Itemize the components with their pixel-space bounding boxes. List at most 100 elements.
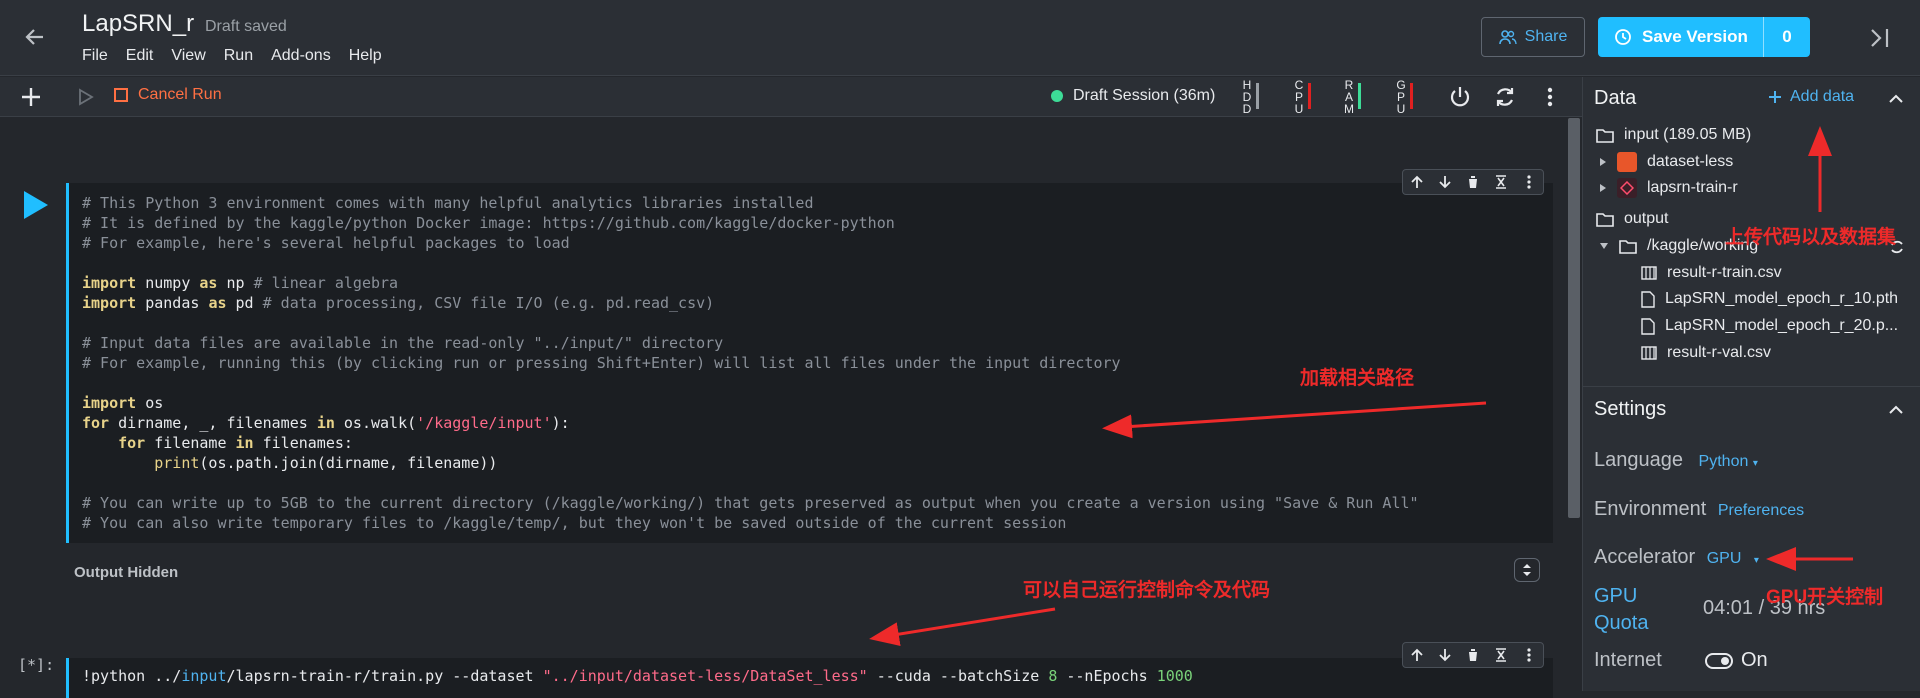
- annotation-gpu: GPU开关控制: [1766, 587, 1884, 608]
- save-version-button[interactable]: Save Version 0: [1598, 17, 1810, 57]
- document-file-icon: [1641, 290, 1655, 308]
- file-item[interactable]: result-r-train.csv: [1641, 264, 1782, 282]
- file-item[interactable]: LapSRN_model_epoch_r_10.pth: [1641, 290, 1898, 308]
- ram-bar: [1358, 83, 1361, 109]
- more-options-icon[interactable]: [1537, 84, 1563, 110]
- code-line: # It is defined by the kaggle/python Doc…: [82, 214, 895, 232]
- share-button[interactable]: Share: [1481, 17, 1585, 57]
- refresh-icon[interactable]: [1492, 84, 1518, 110]
- accelerator-label: Accelerator: [1594, 546, 1696, 568]
- gpu-quota-row: GPU Quota: [1594, 583, 1648, 637]
- dataset-item[interactable]: lapsrn-train-r: [1599, 178, 1738, 198]
- plus-icon: [1769, 91, 1781, 103]
- notebook-title[interactable]: LapSRN_r: [82, 10, 194, 38]
- expand-output-icon[interactable]: [1514, 558, 1540, 582]
- delete-icon[interactable]: [1459, 643, 1487, 667]
- cell-1-toolbar: [1402, 169, 1544, 195]
- move-down-icon[interactable]: [1431, 643, 1459, 667]
- input-folder[interactable]: input (189.05 MB): [1596, 126, 1751, 144]
- save-version-label: Save Version: [1642, 27, 1748, 46]
- hdd-meter[interactable]: HDD: [1242, 77, 1259, 115]
- environment-label: Environment: [1594, 498, 1707, 520]
- code-cell-2[interactable]: !python ../input/lapsrn-train-r/train.py…: [66, 658, 1553, 698]
- collapse-cell-icon[interactable]: [1487, 170, 1515, 194]
- people-icon: [1498, 30, 1517, 45]
- internet-row: Internet: [1594, 649, 1662, 672]
- move-down-icon[interactable]: [1431, 170, 1459, 194]
- menu-addons[interactable]: Add-ons: [271, 47, 331, 65]
- notebook-scrollbar[interactable]: [1568, 118, 1580, 518]
- session-dot-icon: [1051, 90, 1063, 102]
- version-count[interactable]: 0: [1764, 27, 1810, 47]
- dropdown-caret-icon: ▾: [1753, 555, 1759, 566]
- gpu-meter[interactable]: GPU: [1396, 77, 1413, 115]
- power-icon[interactable]: [1447, 84, 1473, 110]
- file-label: LapSRN_model_epoch_r_10.pth: [1665, 290, 1899, 307]
- add-cell-icon[interactable]: [18, 84, 44, 110]
- gpu-quota-link[interactable]: GPU Quota: [1594, 583, 1648, 637]
- collapse-cell-icon[interactable]: [1487, 643, 1515, 667]
- gpu-quota-label: Quota: [1594, 612, 1649, 634]
- cell-more-icon[interactable]: [1515, 170, 1543, 194]
- ram-meter[interactable]: RAM: [1344, 77, 1361, 115]
- delete-icon[interactable]: [1459, 170, 1487, 194]
- add-data-button[interactable]: Add data: [1768, 88, 1854, 106]
- caret-right-icon: [1600, 184, 1606, 192]
- code-line: import pandas as pd # data processing, C…: [82, 294, 715, 312]
- move-up-icon[interactable]: [1403, 170, 1431, 194]
- menu-bar: File Edit View Run Add-ons Help: [82, 47, 382, 65]
- gpu-quota-label: GPU: [1594, 585, 1638, 607]
- internet-value: On: [1741, 649, 1768, 671]
- chevron-up-icon[interactable]: [1886, 400, 1906, 420]
- environment-link[interactable]: Preferences: [1718, 502, 1804, 519]
- code-line: print(os.path.join(dirname, filename)): [154, 454, 498, 472]
- internet-label: Internet: [1594, 649, 1662, 671]
- collapse-panel-icon[interactable]: [1866, 24, 1894, 52]
- menu-edit[interactable]: Edit: [126, 47, 154, 65]
- cpu-meter[interactable]: CPU: [1294, 77, 1311, 115]
- menu-help[interactable]: Help: [349, 47, 382, 65]
- hdd-bar: [1256, 83, 1259, 109]
- menu-file[interactable]: File: [82, 47, 108, 65]
- cancel-run-button[interactable]: Cancel Run: [114, 86, 222, 104]
- input-folder-label: input (189.05 MB): [1624, 126, 1752, 143]
- output-folder[interactable]: output: [1596, 210, 1668, 228]
- internet-toggle[interactable]: On: [1705, 649, 1768, 672]
- language-label: Language: [1594, 449, 1683, 471]
- menu-view[interactable]: View: [171, 47, 205, 65]
- chevron-up-icon[interactable]: [1886, 89, 1906, 109]
- code-cell-1-source[interactable]: # This Python 3 environment comes with m…: [69, 183, 1553, 533]
- dropdown-caret-icon: ▾: [1752, 458, 1758, 469]
- cell-more-icon[interactable]: [1515, 643, 1543, 667]
- code-line: # Input data files are available in the …: [82, 334, 724, 352]
- file-label: LapSRN_model_epoch_r_20.p...: [1665, 317, 1899, 334]
- environment-row: Environment Preferences: [1594, 498, 1804, 521]
- code-line: for dirname, _, filenames in os.walk('/k…: [82, 414, 570, 432]
- code-line: import os: [82, 394, 164, 412]
- session-status[interactable]: Draft Session (36m): [1051, 87, 1215, 105]
- accelerator-select[interactable]: GPU ▾: [1707, 550, 1759, 567]
- cpu-bar: [1308, 83, 1311, 109]
- file-item[interactable]: result-r-val.csv: [1641, 344, 1771, 362]
- panel-divider: [1582, 386, 1920, 387]
- document-file-icon: [1641, 317, 1655, 335]
- code-line: # You can write up to 5GB to the current…: [82, 494, 1419, 512]
- output-hidden-label[interactable]: Output Hidden: [74, 564, 178, 581]
- move-up-icon[interactable]: [1403, 643, 1431, 667]
- gpu-label: GPU: [1396, 78, 1406, 115]
- language-row: Language Python ▾: [1594, 449, 1758, 472]
- code-cell-2-source[interactable]: !python ../input/lapsrn-train-r/train.py…: [69, 658, 1553, 686]
- settings-section-title: Settings: [1594, 398, 1667, 420]
- cell-2-toolbar: [1402, 642, 1544, 668]
- back-arrow-icon[interactable]: [20, 22, 50, 52]
- add-data-label: Add data: [1790, 88, 1855, 105]
- file-item[interactable]: LapSRN_model_epoch_r_20.p...: [1641, 317, 1898, 335]
- stop-icon: [114, 88, 128, 102]
- run-icon[interactable]: [74, 86, 96, 108]
- language-select[interactable]: Python ▾: [1699, 453, 1758, 470]
- run-cell-icon[interactable]: [20, 188, 50, 222]
- dataset-item[interactable]: dataset-less: [1599, 152, 1733, 172]
- notebook-toolbar: Cancel Run Draft Session (36m) HDD CPU R…: [0, 77, 1582, 117]
- menu-run[interactable]: Run: [224, 47, 253, 65]
- gpu-bar: [1410, 83, 1413, 109]
